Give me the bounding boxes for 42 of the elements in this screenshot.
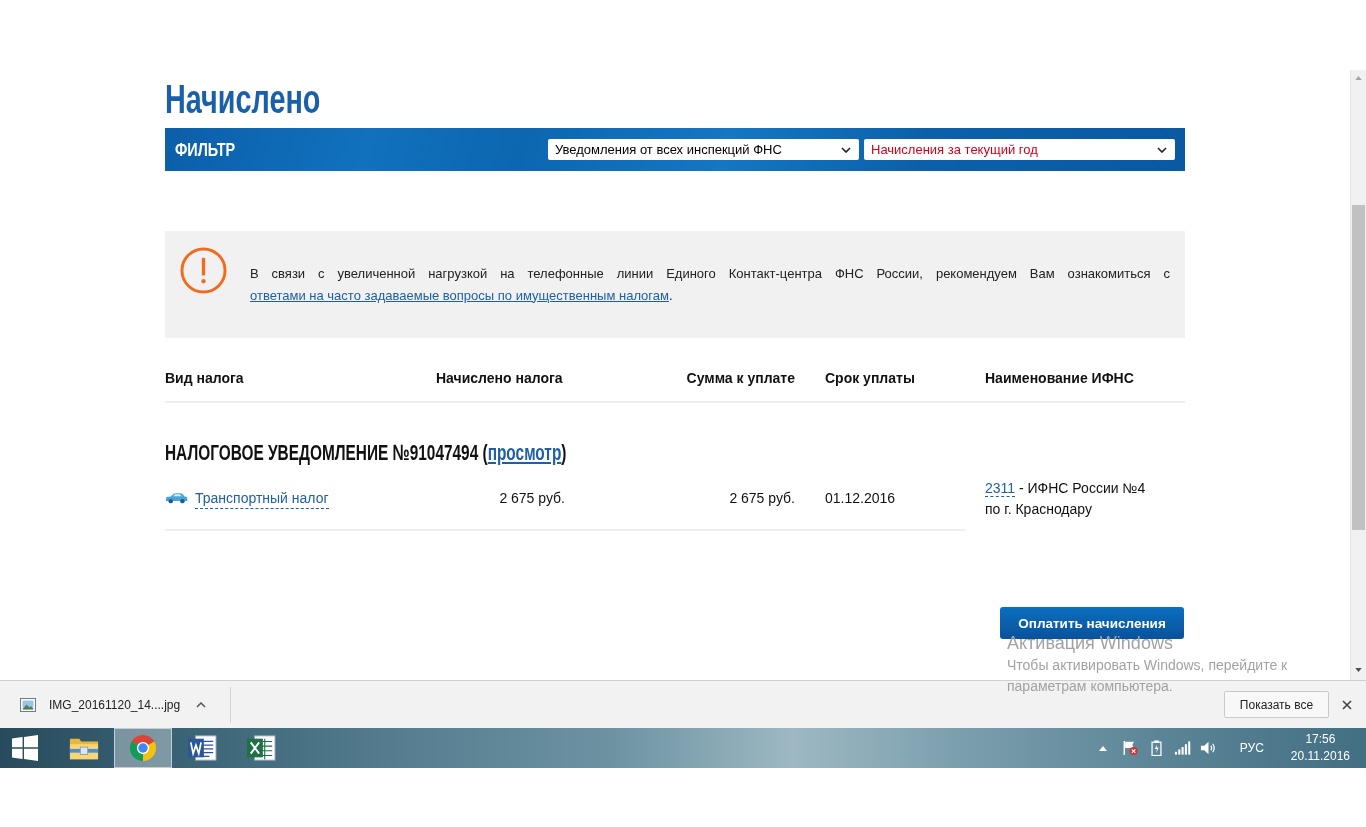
- filter-dropdown[interactable]: Начисления за текущий год: [864, 139, 1175, 160]
- column-header: Начислено налога: [436, 369, 564, 388]
- column-header: Наименование ИФНС: [985, 369, 1134, 388]
- filter-label: ФИЛЬТР: [175, 138, 236, 161]
- document-app-icon: [187, 734, 217, 762]
- language-indicator[interactable]: РУС: [1239, 741, 1264, 755]
- download-filename[interactable]: IMG_20161120_14....jpg: [49, 697, 181, 712]
- exclamation-icon: [180, 247, 227, 294]
- spreadsheet-app-icon: [246, 734, 276, 762]
- scrollbar-thumb[interactable]: [1352, 205, 1365, 530]
- table-cell-text: 2 675 руб.: [728, 489, 795, 508]
- chevron-up-icon[interactable]: [196, 701, 207, 708]
- signal-icon[interactable]: [1173, 740, 1191, 756]
- show-all-button[interactable]: Показать все: [1224, 691, 1329, 718]
- table-cell-text: 2 675 руб.: [498, 489, 565, 508]
- flag-icon[interactable]: [1121, 740, 1139, 756]
- chevron-down-icon: [1157, 146, 1167, 153]
- scrollbar-track[interactable]: [1350, 70, 1366, 680]
- clock-date[interactable]: 20.11.2016: [1290, 748, 1350, 765]
- tax-type-link[interactable]: Транспортный налог: [195, 487, 329, 509]
- chevron-down-icon: [841, 146, 851, 153]
- close-icon[interactable]: [1342, 699, 1352, 710]
- faq-link[interactable]: ответами на часто задаваемые вопросы по имущественным налогам: [250, 287, 669, 303]
- inspection-name: 2311 - ИФНС России №4 по г. Краснодару: [985, 479, 1147, 519]
- scroll-down-arrow-icon[interactable]: [1355, 668, 1362, 672]
- image-file-icon: [20, 697, 36, 712]
- column-header: Вид налога: [165, 369, 245, 388]
- notice-text: В связи с увеличенной нагрузкой на телефонные линии Единого Контакт-центра ФНС России, рекомендуем Вам ознакомиться с ответами на часто задаваемые вопросы по имущественным налогам.: [250, 264, 1170, 305]
- inspection-code-link[interactable]: 2311: [985, 480, 1016, 497]
- clock-time[interactable]: 17:56: [1305, 731, 1336, 748]
- page-title: Начислено: [165, 76, 321, 122]
- view-link[interactable]: просмотр: [487, 440, 562, 465]
- filter-dropdown[interactable]: Уведомления от всех инспекций ФНС: [548, 139, 859, 160]
- car-icon: [165, 492, 188, 504]
- caret-up-icon[interactable]: [1098, 745, 1107, 751]
- notice-heading: НАЛОГОВОЕ УВЕДОМЛЕНИЕ №91047494 (просмотр): [165, 439, 567, 467]
- column-header: Срок уплаты: [824, 369, 916, 388]
- speaker-icon[interactable]: [1199, 740, 1217, 756]
- browser-icon: [128, 734, 158, 762]
- table-cell-text: 01.12.2016: [824, 489, 897, 508]
- windows-logo-icon[interactable]: [12, 735, 38, 761]
- column-header: Сумма к уплате: [685, 369, 795, 388]
